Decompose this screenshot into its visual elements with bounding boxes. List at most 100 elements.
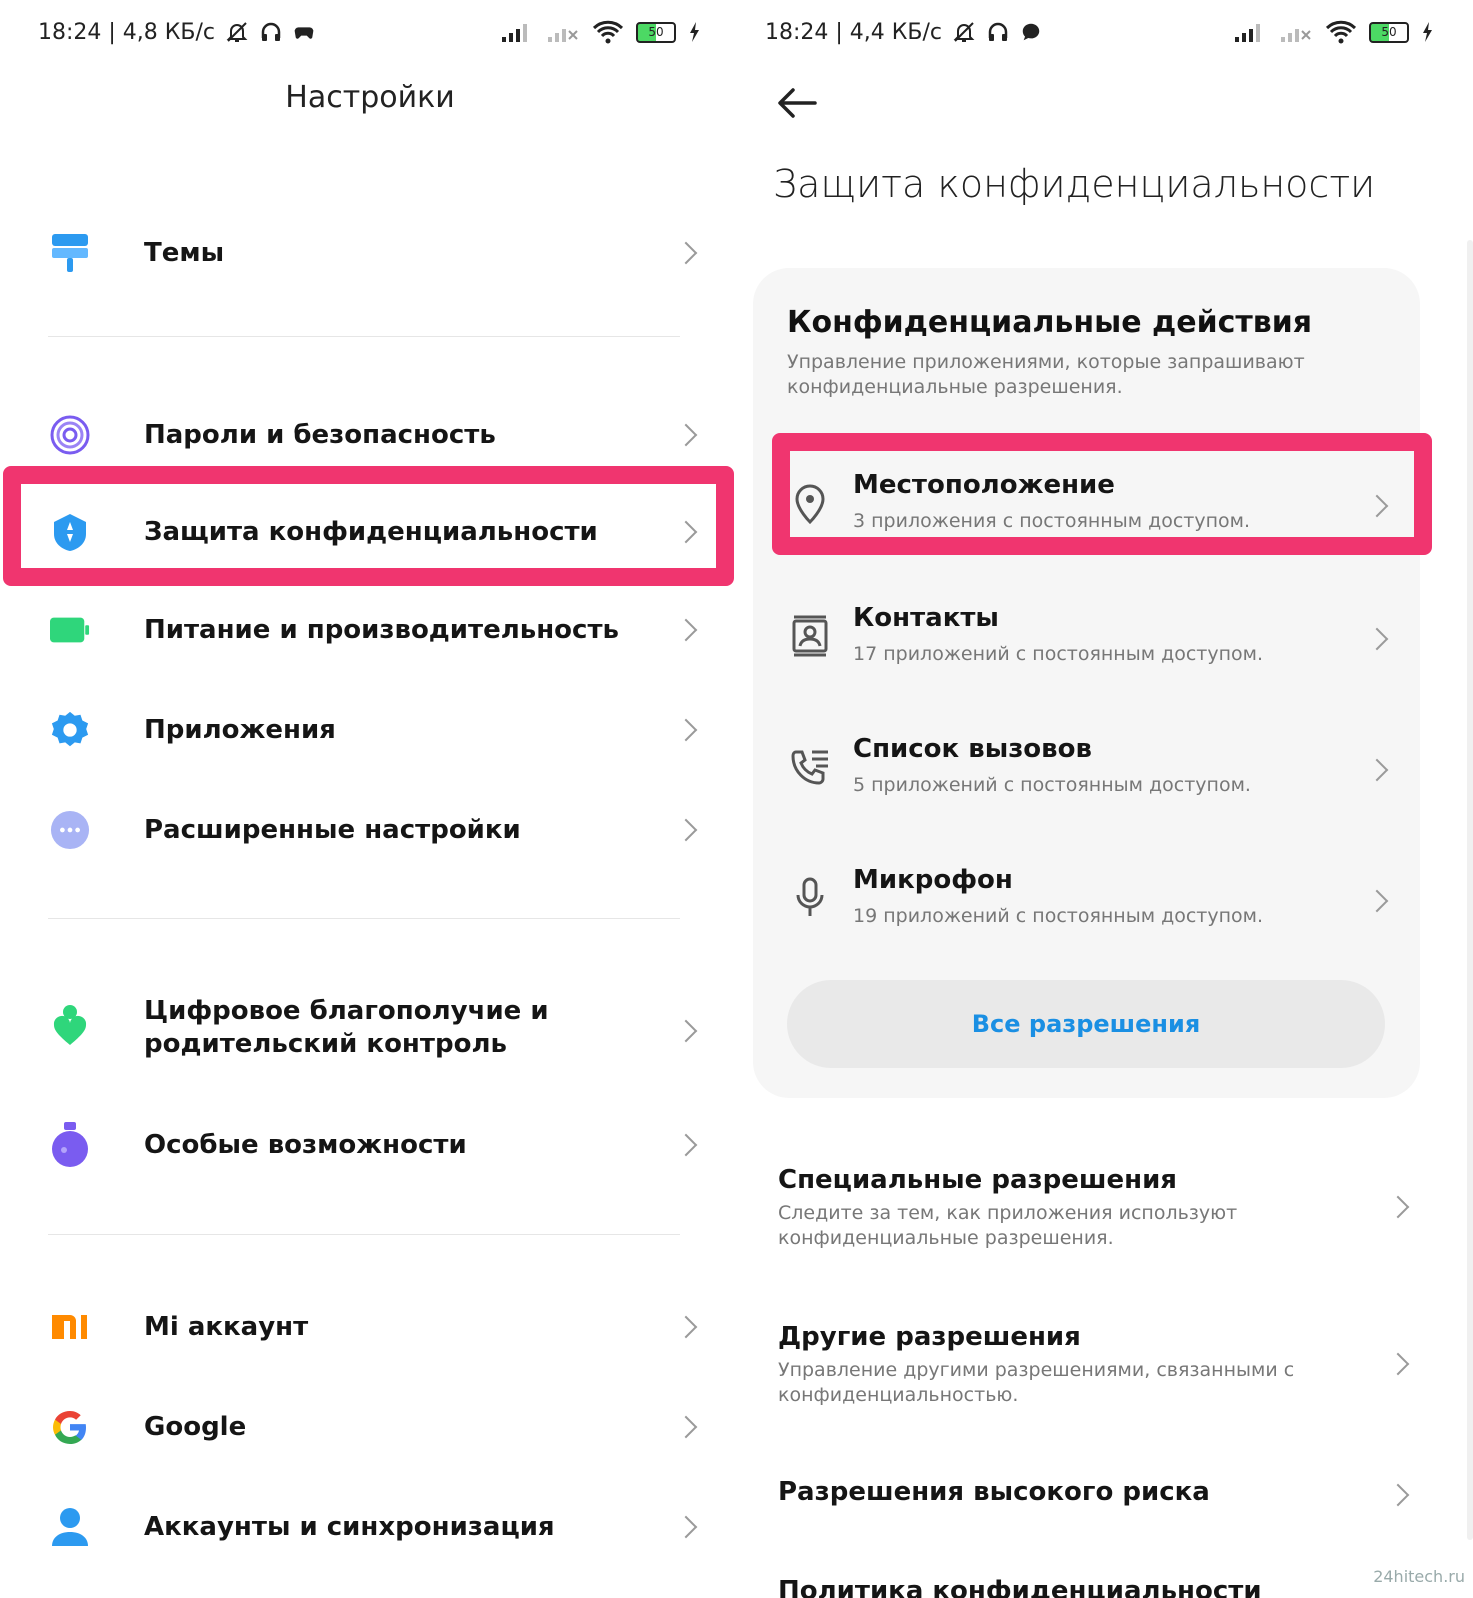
charging-icon bbox=[690, 22, 699, 42]
settings-item-passwords[interactable]: Пароли и безопасность bbox=[0, 410, 740, 460]
signal-icon bbox=[1235, 24, 1260, 42]
gear-icon bbox=[50, 710, 90, 750]
status-bar: 18:24 | 4,4 КБ/с 50 bbox=[765, 14, 1433, 50]
battery-indicator: 50 bbox=[1369, 21, 1409, 43]
chevron-right-icon bbox=[674, 818, 698, 842]
headphones-icon bbox=[988, 22, 1008, 41]
fingerprint-icon bbox=[50, 415, 90, 455]
headphones-icon bbox=[261, 22, 281, 41]
settings-item-advanced[interactable]: Расширенные настройки bbox=[0, 805, 740, 855]
permission-subtitle: 17 приложений с постоянным доступом. bbox=[853, 643, 1264, 665]
back-arrow-icon[interactable] bbox=[775, 83, 819, 123]
permission-microphone[interactable]: Микрофон 19 приложений с постоянным дост… bbox=[753, 847, 1420, 957]
chevron-right-icon bbox=[674, 618, 698, 642]
item-subtitle: Следите за тем, как приложения использую… bbox=[778, 1202, 1238, 1249]
permission-title: Список вызовов bbox=[853, 734, 1092, 764]
paint-roller-icon bbox=[50, 233, 90, 273]
permission-subtitle: 3 приложения с постоянным доступом. bbox=[853, 510, 1251, 532]
settings-item-power[interactable]: Питание и производительность bbox=[0, 605, 740, 655]
signal-off-icon bbox=[548, 29, 578, 42]
call-log-icon bbox=[791, 750, 828, 785]
wifi-icon bbox=[1325, 20, 1357, 44]
chevron-right-icon bbox=[674, 241, 698, 265]
chevron-right-icon bbox=[674, 520, 698, 544]
wellbeing-icon bbox=[50, 1005, 90, 1045]
item-title: Политика конфиденциальности bbox=[778, 1576, 1262, 1598]
other-permissions-item[interactable]: Другие разрешения Управление другими раз… bbox=[778, 1320, 1428, 1408]
chevron-right-icon bbox=[674, 423, 698, 447]
chevron-right-icon bbox=[674, 1415, 698, 1439]
page-title: Защита конфиденциальности bbox=[773, 162, 1376, 206]
chevron-right-icon bbox=[674, 1019, 698, 1043]
permission-location[interactable]: Местоположение 3 приложения с постоянным… bbox=[753, 452, 1420, 562]
location-pin-icon bbox=[795, 484, 825, 524]
permission-subtitle: 19 приложений с постоянным доступом. bbox=[853, 905, 1264, 927]
settings-item-wellbeing[interactable]: Цифровое благополучие и родительский кон… bbox=[0, 995, 740, 1065]
battery-indicator: 50 bbox=[636, 21, 676, 43]
settings-item-label: Пароли и безопасность bbox=[144, 419, 496, 450]
item-subtitle: Управление другими разрешениями, связанн… bbox=[778, 1359, 1295, 1406]
divider bbox=[48, 918, 680, 919]
chevron-right-icon bbox=[1365, 494, 1389, 518]
mute-bell-icon bbox=[953, 22, 975, 42]
chevron-right-icon bbox=[1386, 1195, 1410, 1219]
chevron-right-icon bbox=[674, 1133, 698, 1157]
status-text: 18:24 | 4,4 КБ/с bbox=[765, 19, 942, 45]
settings-panel: 18:24 | 4,8 КБ/с 50 Настройки Темы Парол… bbox=[0, 0, 740, 1598]
charging-icon bbox=[1423, 22, 1432, 42]
accessibility-icon bbox=[50, 1122, 90, 1167]
settings-item-label: Питание и производительность bbox=[144, 614, 619, 645]
chevron-right-icon bbox=[1365, 627, 1389, 651]
settings-item-privacy[interactable]: Защита конфиденциальности bbox=[0, 507, 740, 557]
microphone-icon bbox=[796, 877, 824, 916]
settings-item-google[interactable]: Google bbox=[0, 1402, 740, 1452]
signal-icon bbox=[502, 24, 527, 42]
more-dots-icon bbox=[50, 810, 90, 850]
google-logo-icon bbox=[50, 1407, 90, 1447]
settings-item-label: Особые возможности bbox=[144, 1129, 467, 1160]
settings-item-themes[interactable]: Темы bbox=[0, 228, 740, 278]
chevron-right-icon bbox=[1386, 1352, 1410, 1376]
chevron-right-icon bbox=[1365, 889, 1389, 913]
card-subtitle: Управление приложениями, которые запраши… bbox=[787, 351, 1305, 398]
person-icon bbox=[50, 1507, 90, 1547]
item-title: Другие разрешения bbox=[778, 1322, 1081, 1352]
mi-logo-icon bbox=[50, 1307, 90, 1347]
chevron-right-icon bbox=[674, 1515, 698, 1539]
scrollbar[interactable] bbox=[1467, 240, 1473, 1540]
card-title: Конфиденциальные действия bbox=[787, 305, 1313, 340]
settings-item-mi-account[interactable]: Mi аккаунт bbox=[0, 1302, 740, 1352]
privacy-policy-item[interactable]: Политика конфиденциальности bbox=[778, 1574, 1428, 1598]
settings-item-label: Расширенные настройки bbox=[144, 814, 521, 845]
chevron-right-icon bbox=[674, 718, 698, 742]
high-risk-permissions-item[interactable]: Разрешения высокого риска bbox=[778, 1475, 1428, 1509]
item-title: Специальные разрешения bbox=[778, 1165, 1177, 1195]
settings-item-label: Аккаунты и синхронизация bbox=[144, 1511, 555, 1542]
settings-item-label: Mi аккаунт bbox=[144, 1311, 309, 1342]
privacy-shield-icon bbox=[50, 512, 90, 552]
permission-contacts[interactable]: Контакты 17 приложений с постоянным дост… bbox=[753, 585, 1420, 695]
settings-item-label: Темы bbox=[144, 237, 225, 268]
gamepad-icon bbox=[294, 27, 314, 39]
permission-call-log[interactable]: Список вызовов 5 приложений с постоянным… bbox=[753, 716, 1420, 826]
permission-title: Местоположение bbox=[853, 470, 1115, 500]
permission-subtitle: 5 приложений с постоянным доступом. bbox=[853, 774, 1251, 796]
mute-bell-icon bbox=[226, 22, 248, 42]
wifi-icon bbox=[592, 20, 624, 44]
permission-title: Контакты bbox=[853, 603, 999, 633]
permission-title: Микрофон bbox=[853, 865, 1013, 895]
all-permissions-button[interactable]: Все разрешения bbox=[787, 980, 1385, 1068]
chat-bubble-icon bbox=[1022, 23, 1040, 41]
chevron-right-icon bbox=[1365, 758, 1389, 782]
settings-item-accessibility[interactable]: Особые возможности bbox=[0, 1120, 740, 1170]
special-permissions-item[interactable]: Специальные разрешения Следите за тем, к… bbox=[778, 1163, 1428, 1251]
page-title: Настройки bbox=[285, 80, 455, 115]
settings-item-label: Цифровое благополучие и родительский кон… bbox=[144, 996, 549, 1059]
settings-item-accounts[interactable]: Аккаунты и синхронизация bbox=[0, 1502, 740, 1552]
settings-item-label: Защита конфиденциальности bbox=[144, 516, 598, 547]
settings-item-label: Google bbox=[144, 1411, 247, 1442]
settings-item-apps[interactable]: Приложения bbox=[0, 705, 740, 755]
status-bar: 18:24 | 4,8 КБ/с 50 bbox=[38, 14, 700, 50]
settings-item-label: Приложения bbox=[144, 714, 336, 745]
chevron-right-icon bbox=[674, 1315, 698, 1339]
